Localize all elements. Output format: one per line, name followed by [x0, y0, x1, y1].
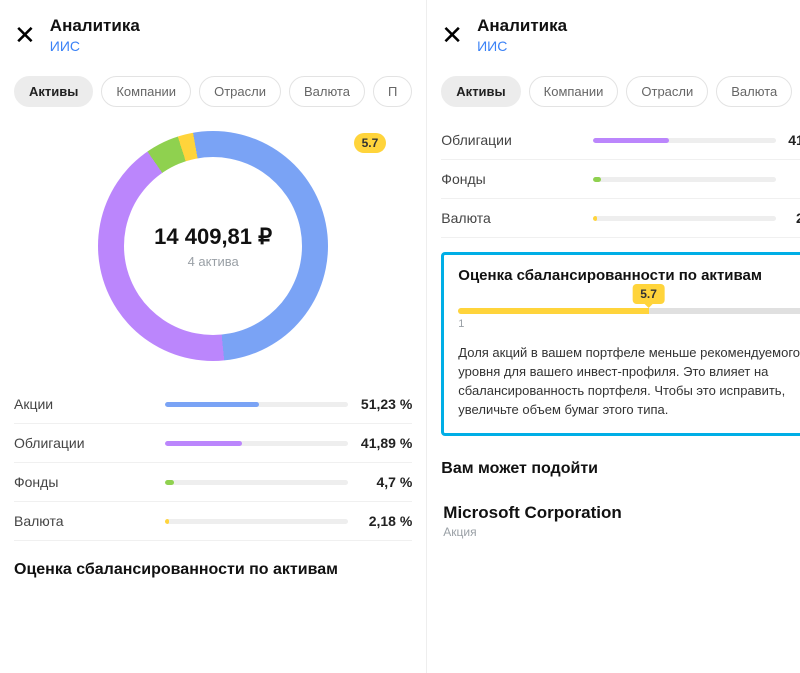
header-text: Аналитика ИИС — [477, 16, 567, 54]
scale-fill — [458, 308, 648, 314]
asset-pct: 51,23 % — [348, 396, 412, 412]
asset-bar — [165, 402, 348, 407]
asset-name: Фонды — [441, 171, 592, 187]
screen-left: ✕ Аналитика ИИС Активы Компании Отрасли … — [0, 0, 426, 673]
asset-row[interactable]: Облигации 41,89 % — [14, 424, 412, 463]
asset-bar — [165, 480, 348, 485]
asset-row[interactable]: Валюта 2,18 % — [14, 502, 412, 541]
balance-card[interactable]: Оценка сбалансированности по активам 5.7… — [441, 252, 800, 436]
tabs: Активы Компании Отрасли Валюта П — [14, 76, 412, 107]
account-link[interactable]: ИИС — [477, 38, 567, 54]
asset-name: Валюта — [441, 210, 592, 226]
donut-chart-wrap: 5.7 14 409,81 ₽ 4 актива — [14, 131, 412, 361]
tab-currency[interactable]: Валюта — [289, 76, 365, 107]
balance-scale: 5.7 1 10 — [458, 308, 800, 330]
balance-card-title: Оценка сбалансированности по активам — [458, 267, 800, 284]
header: ✕ Аналитика ИИС — [14, 16, 412, 68]
asset-name: Облигации — [14, 435, 165, 451]
asset-bar-fill — [593, 216, 597, 221]
tab-more[interactable]: П — [373, 76, 412, 107]
asset-bar — [593, 138, 776, 143]
header-text: Аналитика ИИС — [50, 16, 140, 54]
suggest-text: Microsoft Corporation Акция — [443, 503, 622, 539]
suggest-name: Microsoft Corporation — [443, 503, 622, 523]
suggest-section-title: Вам может подойти — [441, 460, 800, 478]
asset-bar-fill — [165, 441, 242, 446]
balance-section-title: Оценка сбалансированности по активам — [14, 561, 412, 579]
asset-row[interactable]: Облигации 41,89 % — [441, 121, 800, 160]
donut-center: 14 409,81 ₽ 4 актива — [14, 131, 412, 361]
asset-bar-fill — [165, 402, 259, 407]
tab-assets[interactable]: Активы — [441, 76, 520, 107]
tab-industries[interactable]: Отрасли — [199, 76, 281, 107]
asset-pct: 41,89 % — [348, 435, 412, 451]
balance-score-badge[interactable]: 5.7 — [354, 133, 387, 153]
close-icon[interactable]: ✕ — [14, 22, 36, 48]
tabs: Активы Компании Отрасли Валюта П — [441, 76, 800, 107]
asset-pct: 4,7 % — [776, 171, 800, 187]
asset-row[interactable]: Фонды 4,7 % — [14, 463, 412, 502]
asset-row[interactable]: Валюта 2,18 % — [441, 199, 800, 238]
close-icon[interactable]: ✕ — [441, 22, 463, 48]
screen-right: ✕ Аналитика ИИС Активы Компании Отрасли … — [426, 0, 800, 673]
tab-assets[interactable]: Активы — [14, 76, 93, 107]
asset-bar — [165, 519, 348, 524]
asset-pct: 2,18 % — [348, 513, 412, 529]
page-title: Аналитика — [50, 16, 140, 36]
tab-companies[interactable]: Компании — [101, 76, 191, 107]
portfolio-total: 14 409,81 ₽ — [154, 224, 272, 250]
suggest-card[interactable]: Microsoft Corporation Акция — [441, 488, 800, 540]
asset-bar-fill — [165, 480, 174, 485]
asset-bar-fill — [593, 177, 602, 182]
asset-name: Валюта — [14, 513, 165, 529]
asset-pct: 4,7 % — [348, 474, 412, 490]
asset-bar-fill — [165, 519, 169, 524]
asset-list: Облигации 41,89 % Фонды 4,7 % Валюта 2,18 % — [441, 121, 800, 238]
balance-value-badge: 5.7 — [632, 284, 665, 304]
asset-name: Акции — [14, 396, 165, 412]
page-title: Аналитика — [477, 16, 567, 36]
scale-ends: 1 10 — [458, 318, 800, 330]
tab-currency[interactable]: Валюта — [716, 76, 792, 107]
asset-name: Облигации — [441, 132, 592, 148]
asset-row[interactable]: Фонды 4,7 % — [441, 160, 800, 199]
asset-pct: 41,89 % — [776, 132, 800, 148]
asset-row[interactable]: Акции 51,23 % — [14, 385, 412, 424]
scale-track — [458, 308, 800, 314]
tab-industries[interactable]: Отрасли — [626, 76, 708, 107]
tab-companies[interactable]: Компании — [529, 76, 619, 107]
asset-list: Акции 51,23 % Облигации 41,89 % Фонды 4,7 % Ва… — [14, 385, 412, 541]
asset-bar — [165, 441, 348, 446]
asset-bar — [593, 216, 776, 221]
asset-pct: 2,18 % — [776, 210, 800, 226]
suggest-type: Акция — [443, 525, 622, 539]
asset-bar — [593, 177, 776, 182]
asset-name: Фонды — [14, 474, 165, 490]
scale-min: 1 — [458, 318, 464, 330]
balance-description: Доля акций в вашем портфеле меньше реком… — [458, 344, 800, 419]
header: ✕ Аналитика ИИС — [441, 16, 800, 68]
asset-bar-fill — [593, 138, 670, 143]
portfolio-count: 4 актива — [188, 254, 239, 269]
account-link[interactable]: ИИС — [50, 38, 140, 54]
